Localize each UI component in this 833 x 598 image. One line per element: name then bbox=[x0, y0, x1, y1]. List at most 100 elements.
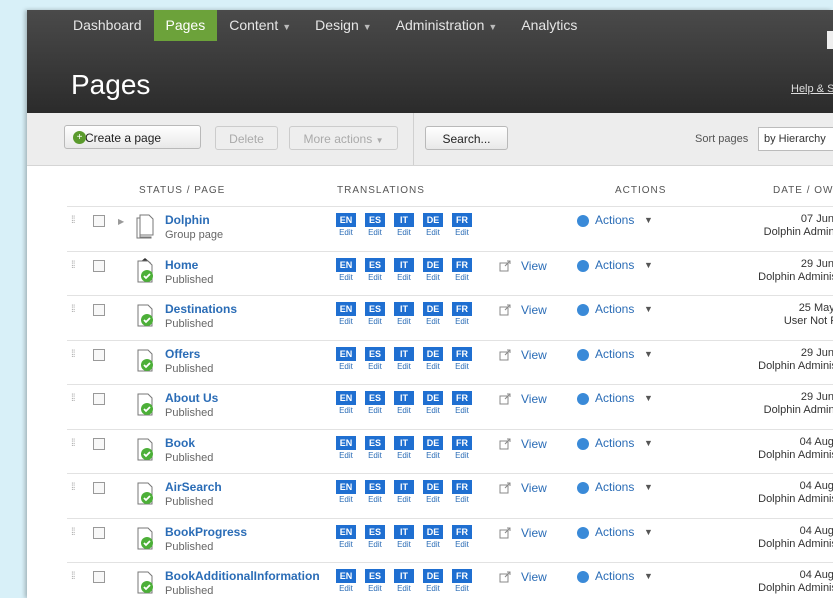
translation-en[interactable]: EN Edit bbox=[336, 391, 356, 415]
edit-translation-link[interactable]: Edit bbox=[423, 451, 443, 460]
translation-de[interactable]: DE Edit bbox=[423, 213, 443, 237]
nav-item-design[interactable]: Design ▼ bbox=[303, 10, 384, 41]
translation-it[interactable]: IT Edit bbox=[394, 480, 414, 504]
translation-en[interactable]: EN Edit bbox=[336, 480, 356, 504]
nav-item-content[interactable]: Content ▼ bbox=[217, 10, 303, 41]
edit-translation-link[interactable]: Edit bbox=[423, 540, 443, 549]
translation-en[interactable]: EN Edit bbox=[336, 213, 356, 237]
translation-es[interactable]: ES Edit bbox=[365, 302, 385, 326]
drag-handle-icon[interactable]: ⁞⁞ bbox=[71, 215, 75, 226]
translation-es[interactable]: ES Edit bbox=[365, 436, 385, 460]
page-name-link[interactable]: Destinations bbox=[165, 302, 237, 316]
expand-arrow-icon[interactable]: ▶ bbox=[118, 217, 124, 226]
translation-fr[interactable]: FR Edit bbox=[452, 258, 472, 282]
sort-select[interactable]: by Hierarchy bbox=[758, 127, 833, 151]
row-checkbox[interactable] bbox=[93, 215, 105, 227]
edit-translation-link[interactable]: Edit bbox=[423, 406, 443, 415]
edit-translation-link[interactable]: Edit bbox=[336, 317, 356, 326]
actions-menu[interactable]: Actions bbox=[595, 525, 634, 539]
actions-menu[interactable]: Actions bbox=[595, 391, 634, 405]
edit-translation-link[interactable]: Edit bbox=[336, 495, 356, 504]
actions-menu[interactable]: Actions bbox=[595, 302, 634, 316]
edit-translation-link[interactable]: Edit bbox=[452, 273, 472, 282]
edit-translation-link[interactable]: Edit bbox=[423, 495, 443, 504]
create-page-button[interactable]: + Create a page bbox=[64, 125, 201, 149]
translation-de[interactable]: DE Edit bbox=[423, 347, 443, 371]
translation-de[interactable]: DE Edit bbox=[423, 569, 443, 593]
translation-it[interactable]: IT Edit bbox=[394, 347, 414, 371]
page-name-link[interactable]: BookAdditionalInformation bbox=[165, 569, 320, 583]
edit-translation-link[interactable]: Edit bbox=[423, 317, 443, 326]
translation-en[interactable]: EN Edit bbox=[336, 258, 356, 282]
translation-it[interactable]: IT Edit bbox=[394, 436, 414, 460]
translation-en[interactable]: EN Edit bbox=[336, 569, 356, 593]
row-checkbox[interactable] bbox=[93, 438, 105, 450]
translation-it[interactable]: IT Edit bbox=[394, 391, 414, 415]
page-name-link[interactable]: Home bbox=[165, 258, 198, 272]
page-name-link[interactable]: About Us bbox=[165, 391, 218, 405]
drag-handle-icon[interactable]: ⁞⁞ bbox=[71, 482, 75, 493]
page-name-link[interactable]: Dolphin bbox=[165, 213, 210, 227]
edit-translation-link[interactable]: Edit bbox=[365, 540, 385, 549]
translation-es[interactable]: ES Edit bbox=[365, 525, 385, 549]
translation-es[interactable]: ES Edit bbox=[365, 258, 385, 282]
edit-translation-link[interactable]: Edit bbox=[394, 584, 414, 593]
actions-menu[interactable]: Actions bbox=[595, 480, 634, 494]
row-checkbox[interactable] bbox=[93, 571, 105, 583]
edit-translation-link[interactable]: Edit bbox=[336, 273, 356, 282]
drag-handle-icon[interactable]: ⁞⁞ bbox=[71, 527, 75, 538]
page-name-link[interactable]: Book bbox=[165, 436, 195, 450]
edit-translation-link[interactable]: Edit bbox=[452, 362, 472, 371]
edit-translation-link[interactable]: Edit bbox=[365, 406, 385, 415]
translation-de[interactable]: DE Edit bbox=[423, 391, 443, 415]
edit-translation-link[interactable]: Edit bbox=[394, 228, 414, 237]
edit-translation-link[interactable]: Edit bbox=[423, 362, 443, 371]
row-checkbox[interactable] bbox=[93, 527, 105, 539]
translation-en[interactable]: EN Edit bbox=[336, 347, 356, 371]
view-link[interactable]: View bbox=[521, 526, 547, 540]
view-link[interactable]: View bbox=[521, 392, 547, 406]
translation-it[interactable]: IT Edit bbox=[394, 525, 414, 549]
edit-translation-link[interactable]: Edit bbox=[394, 495, 414, 504]
edit-translation-link[interactable]: Edit bbox=[394, 540, 414, 549]
nav-item-pages[interactable]: Pages bbox=[153, 10, 218, 41]
edit-translation-link[interactable]: Edit bbox=[423, 273, 443, 282]
delete-button[interactable]: Delete bbox=[215, 126, 278, 150]
translation-it[interactable]: IT Edit bbox=[394, 569, 414, 593]
drag-handle-icon[interactable]: ⁞⁞ bbox=[71, 438, 75, 449]
edit-translation-link[interactable]: Edit bbox=[365, 317, 385, 326]
view-link[interactable]: View bbox=[521, 570, 547, 584]
actions-menu[interactable]: Actions bbox=[595, 347, 634, 361]
nav-item-dashboard[interactable]: Dashboard bbox=[61, 10, 154, 41]
edit-translation-link[interactable]: Edit bbox=[365, 584, 385, 593]
edit-translation-link[interactable]: Edit bbox=[394, 317, 414, 326]
drag-handle-icon[interactable]: ⁞⁞ bbox=[71, 260, 75, 271]
nav-item-administration[interactable]: Administration ▼ bbox=[384, 10, 510, 41]
edit-translation-link[interactable]: Edit bbox=[394, 406, 414, 415]
drag-handle-icon[interactable]: ⁞⁞ bbox=[71, 349, 75, 360]
edit-translation-link[interactable]: Edit bbox=[365, 228, 385, 237]
edit-translation-link[interactable]: Edit bbox=[336, 406, 356, 415]
edit-translation-link[interactable]: Edit bbox=[336, 540, 356, 549]
view-link[interactable]: View bbox=[521, 481, 547, 495]
edit-translation-link[interactable]: Edit bbox=[423, 228, 443, 237]
actions-menu[interactable]: Actions bbox=[595, 569, 634, 583]
page-name-link[interactable]: BookProgress bbox=[165, 525, 247, 539]
translation-es[interactable]: ES Edit bbox=[365, 391, 385, 415]
edit-translation-link[interactable]: Edit bbox=[336, 584, 356, 593]
actions-menu[interactable]: Actions bbox=[595, 258, 634, 272]
view-link[interactable]: View bbox=[521, 303, 547, 317]
actions-menu[interactable]: Actions bbox=[595, 436, 634, 450]
translation-fr[interactable]: FR Edit bbox=[452, 480, 472, 504]
translation-fr[interactable]: FR Edit bbox=[452, 213, 472, 237]
translation-it[interactable]: IT Edit bbox=[394, 258, 414, 282]
translation-es[interactable]: ES Edit bbox=[365, 213, 385, 237]
edit-translation-link[interactable]: Edit bbox=[394, 362, 414, 371]
translation-fr[interactable]: FR Edit bbox=[452, 436, 472, 460]
translation-es[interactable]: ES Edit bbox=[365, 480, 385, 504]
help-link[interactable]: Help & S bbox=[791, 83, 833, 95]
translation-fr[interactable]: FR Edit bbox=[452, 569, 472, 593]
row-checkbox[interactable] bbox=[93, 393, 105, 405]
actions-menu[interactable]: Actions bbox=[595, 213, 634, 227]
row-checkbox[interactable] bbox=[93, 304, 105, 316]
